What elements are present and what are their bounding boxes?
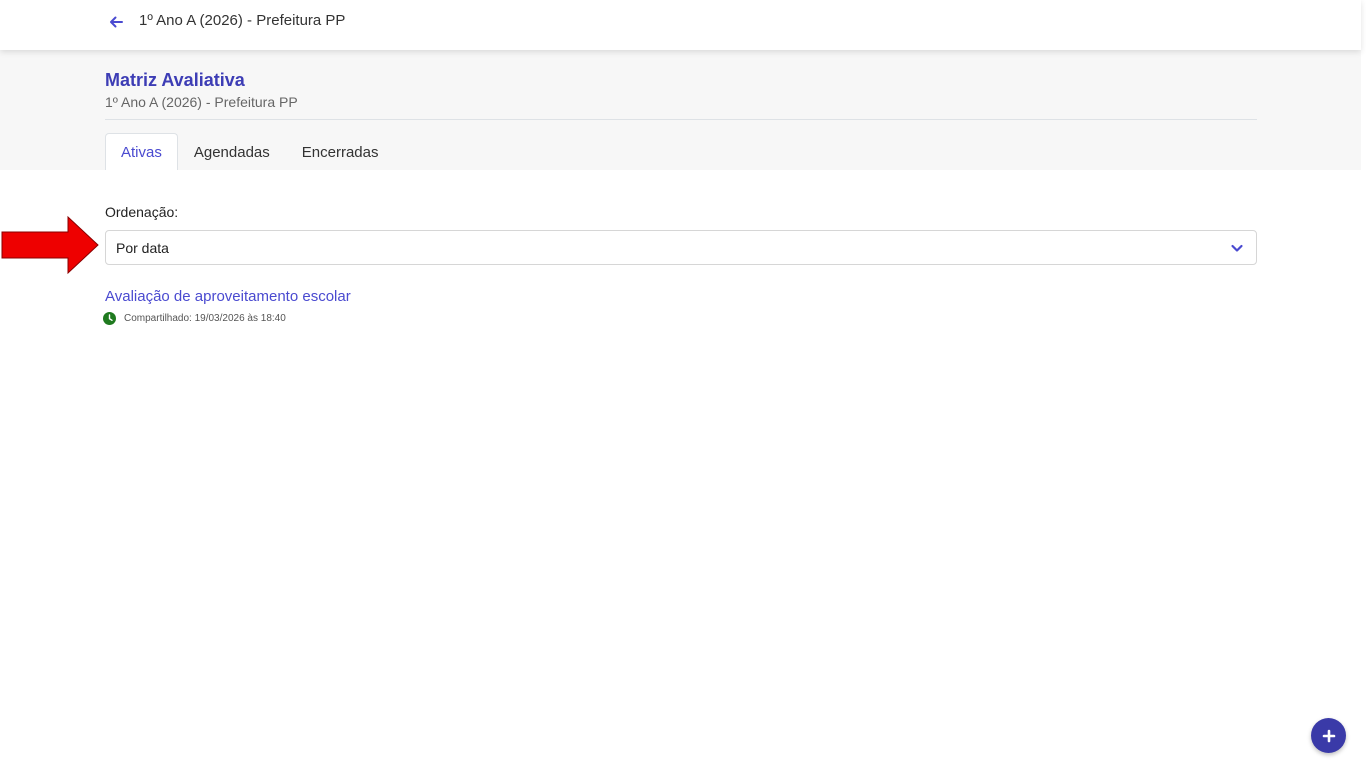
add-button[interactable]: [1311, 718, 1346, 753]
plus-icon: [1322, 729, 1335, 742]
arrow-left-icon: [110, 16, 123, 28]
shared-date: Compartilhado: 19/03/2026 às 18:40: [124, 312, 286, 324]
tabs-divider: [105, 119, 1257, 120]
annotation-arrow-icon: [1, 215, 99, 275]
tab-ativas[interactable]: Ativas: [105, 133, 178, 170]
chevron-down-icon: [1231, 244, 1243, 252]
evaluation-shared-info: Compartilhado: 19/03/2026 às 18:40: [103, 311, 286, 325]
clock-icon: [103, 311, 116, 325]
back-button[interactable]: [106, 12, 126, 32]
tab-encerradas[interactable]: Encerradas: [286, 133, 395, 170]
page-header: Matriz Avaliativa 1º Ano A (2026) - Pref…: [0, 50, 1361, 170]
topbar-title: 1º Ano A (2026) - Prefeitura PP: [139, 12, 346, 29]
evaluation-link[interactable]: Avaliação de aproveitamento escolar: [105, 288, 351, 305]
sort-select[interactable]: Por data: [105, 230, 1257, 265]
page-subtitle: 1º Ano A (2026) - Prefeitura PP: [105, 94, 298, 110]
sort-selected-value: Por data: [116, 240, 169, 256]
tab-agendadas[interactable]: Agendadas: [178, 133, 286, 170]
tab-bar: Ativas Agendadas Encerradas: [105, 133, 394, 170]
top-bar: 1º Ano A (2026) - Prefeitura PP: [0, 0, 1361, 50]
sort-label: Ordenação:: [105, 204, 179, 220]
page-title: Matriz Avaliativa: [105, 70, 245, 90]
